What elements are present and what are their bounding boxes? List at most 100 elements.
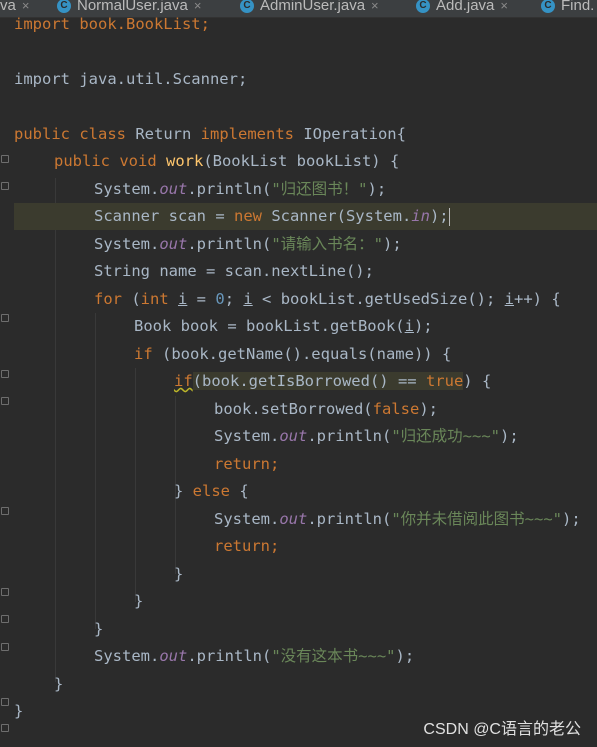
code-text: ); [395,647,415,665]
code-text: (book.getName().equals(name)) { [162,345,452,363]
number-literal: 0 [215,290,225,308]
text-caret [448,207,450,226]
code-text: (BookList bookList) { [203,152,400,170]
code-line-return: return; [214,533,279,560]
fold-marker-icon[interactable] [1,314,9,322]
static-field: in [411,207,430,225]
string-literal: "没有这本书~~~" [271,647,396,665]
keyword: for [94,290,132,308]
code-line-close-brace: } [14,698,23,725]
code-text: ); [383,235,402,253]
code-text: (book.getIsBorrowed() == [192,372,426,390]
code-text: book.setBorrowed( [214,400,373,418]
fold-marker-icon[interactable] [1,507,9,515]
keyword: public class [14,125,136,143]
code-line-set-borrowed: book.setBorrowed(false); [214,396,438,423]
fold-marker-icon[interactable] [1,155,9,163]
fold-marker-icon[interactable] [1,182,9,190]
keyword: int [140,290,178,308]
fold-marker-icon[interactable] [1,615,9,623]
fold-marker-icon[interactable] [1,724,9,732]
code-text: ; [224,290,244,308]
code-text: .println( [187,180,272,198]
code-text: } [14,702,24,720]
code-line-print-success: System.out.println("归还成功~~~"); [214,423,519,450]
code-text: = [187,290,216,308]
code-text: ); [419,400,438,418]
keyword: return; [214,455,280,473]
code-text: } [54,675,64,693]
code-line-import-scanner: import java.util.Scanner; [14,66,247,93]
code-line-close-brace: } [134,588,143,615]
class-name: Return [135,125,192,143]
code-line-if-is-borrowed: if(book.getIsBorrowed() == true) { [174,368,491,395]
code-text: ) { [463,372,492,390]
code-line-read-name: String name = scan.nextLine(); [94,258,374,285]
code-text: ); [413,317,433,335]
code-text: } [94,620,104,638]
code-line-close-brace: } [94,616,103,643]
static-field: out [279,510,308,528]
keyword: implements [191,125,304,143]
string-literal: "归还成功~~~" [391,427,500,445]
static-field: out [159,235,188,253]
fold-marker-icon[interactable] [1,698,9,706]
indent-guide [55,178,56,682]
keyword: public void [54,152,166,170]
code-text: } [134,592,144,610]
fold-marker-icon[interactable] [1,397,9,405]
code-line-class-decl: public class Return implements IOperatio… [14,121,406,148]
code-line-scanner-current: Scanner scan = new Scanner(System.in); [14,203,597,230]
indent-guide [135,368,136,602]
code-line-print-not-borrowed: System.out.println("你并未借阅此图书~~~"); [214,506,581,533]
code-line-print-prompt: System.out.println("请输入书名："); [94,231,402,258]
code-line-return: return; [214,451,279,478]
code-text: Book book = bookList.getBook( [134,317,405,335]
code-text: Scanner(System. [271,207,412,225]
string-literal: "归还图书！" [271,180,368,198]
code-line-import-booklist: import book.BookList; [14,11,210,38]
code-text: ); [429,207,449,225]
interface-name: IOperation{ [303,125,406,143]
code-line-close-brace: } [174,561,183,588]
indent-guide [95,313,96,629]
code-line-if-name-equals: if (book.getName().equals(name)) { [134,341,451,368]
code-text: System. [214,427,280,445]
code-line-method-decl: public void work(BookList bookList) { [54,148,399,175]
keyword: if [134,345,162,363]
string-literal: "请输入书名：" [271,235,383,253]
fold-marker-icon[interactable] [1,643,9,651]
fold-marker-icon[interactable] [1,588,9,596]
keyword-import: import book.BookList; [14,15,210,33]
code-text: } [174,565,184,583]
code-line-get-book: Book book = bookList.getBook(i); [134,313,433,340]
loop-variable: i [243,290,253,308]
code-text: ); [500,427,519,445]
loop-variable: i [404,317,414,335]
keyword: else [192,482,240,500]
method-name: work [165,152,204,170]
code-line-print-return-book: System.out.println("归还图书！"); [94,176,386,203]
code-text: ); [367,180,387,198]
code-text: ++) { [514,290,561,308]
code-text: ( [131,290,141,308]
code-text: System. [94,180,160,198]
code-text: String name = scan.nextLine(); [94,262,374,280]
editor-gutter [0,18,12,747]
keyword: true [425,372,464,390]
code-line-else: } else { [174,478,249,505]
code-text: { [239,482,249,500]
code-line-print-no-book: System.out.println("没有这本书~~~"); [94,643,414,670]
code-text: System. [94,647,160,665]
code-line-close-brace: } [54,671,63,698]
loop-variable: i [504,290,515,308]
fold-marker-icon[interactable] [1,370,9,378]
watermark: CSDN @C语言的老公 [423,721,581,738]
code-text: .println( [307,510,392,528]
code-editor[interactable]: import book.BookList; import java.util.S… [14,0,597,747]
loop-variable: i [178,290,188,308]
highlighted-expression: (book.getIsBorrowed() == true [192,372,464,390]
code-line-for-loop: for (int i = 0; i < bookList.getUsedSize… [94,286,561,313]
code-text: .println( [187,235,272,253]
code-text: .println( [307,427,392,445]
